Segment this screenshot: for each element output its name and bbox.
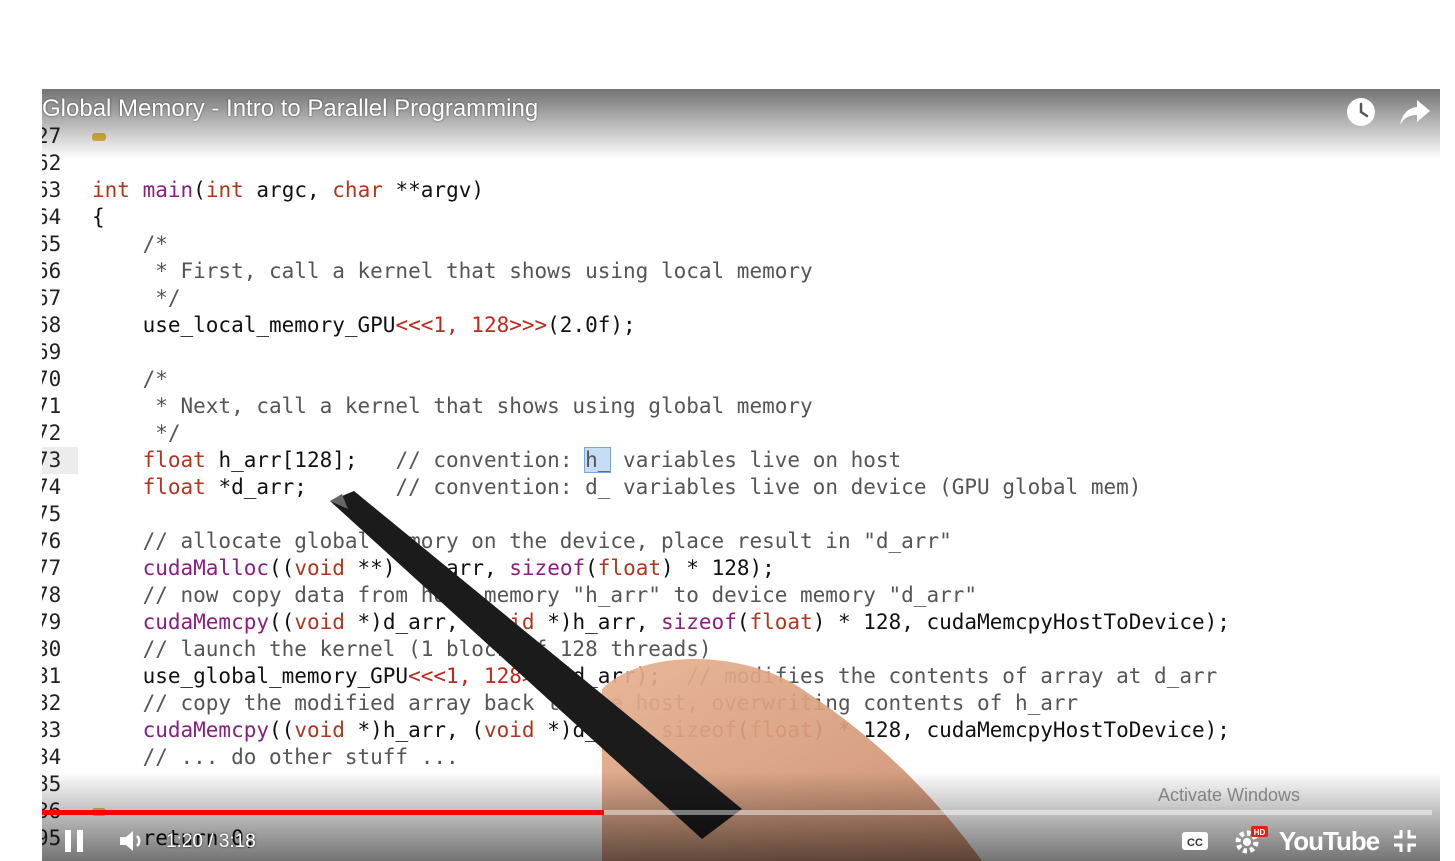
code-line: 62: [42, 150, 1440, 177]
line-number: 66: [42, 259, 62, 283]
hd-badge: HD: [1254, 828, 1266, 837]
line-number: 82: [42, 691, 62, 715]
code-line: 67 */: [42, 285, 1440, 312]
settings-gear-icon[interactable]: HD: [1234, 825, 1268, 857]
line-number: 62: [42, 151, 62, 175]
code-line: 81 use_global_memory_GPU<<<1, 128>>>(d_a…: [42, 663, 1440, 690]
code-line: 78 // now copy data from host memory "h_…: [42, 582, 1440, 609]
code-text: use_global_memory_GPU<<<1, 128>>>(d_arr)…: [92, 664, 1218, 688]
code-line: 79 cudaMemcpy((void *)d_arr, (void *)h_a…: [42, 609, 1440, 636]
code-line: 65 /*: [42, 231, 1440, 258]
line-number: 83: [42, 718, 62, 742]
code-line: 69: [42, 339, 1440, 366]
code-text: cudaMemcpy((void *)h_arr, (void *)d_arr,…: [142, 718, 1230, 742]
line-number: 63: [42, 178, 62, 202]
code-line: 73 float h_arr[128]; // convention: h_ v…: [42, 447, 1440, 474]
code-line: 77 cudaMalloc((void **) &d_arr, sizeof(f…: [42, 555, 1440, 582]
code-line: 63 int main(int argc, char **argv): [42, 177, 1440, 204]
code-line: 75: [42, 501, 1440, 528]
code-text: // ... do other stuff ...: [92, 745, 459, 769]
line-number: 77: [42, 556, 62, 580]
video-player[interactable]: 27 62 63 int main(int argc, char **argv) …: [42, 89, 1440, 861]
line-number: 79: [42, 610, 62, 634]
code-text: {: [92, 205, 105, 229]
progress-bar[interactable]: [42, 810, 1432, 815]
code-line: 64 {: [42, 204, 1440, 231]
code-text: cudaMemcpy((void *)d_arr, (void *)h_arr,…: [142, 610, 1230, 634]
code-line: 27: [42, 123, 1440, 150]
code-text: */: [92, 286, 181, 310]
line-number: 74: [42, 475, 62, 499]
code-text: // launch the kernel (1 block of 128 thr…: [92, 637, 712, 661]
code-text: /*: [92, 232, 168, 256]
captions-icon[interactable]: CC: [1180, 825, 1210, 857]
code-line: 84 // ... do other stuff ...: [42, 744, 1440, 771]
progress-played: [42, 810, 604, 815]
code-line: 68 use_local_memory_GPU<<<1, 128>>>(2.0f…: [42, 312, 1440, 339]
line-number: 76: [42, 529, 62, 553]
code-line: 82 // copy the modified array back to th…: [42, 690, 1440, 717]
exit-fullscreen-icon[interactable]: [1390, 825, 1420, 857]
code-line: 71 * Next, call a kernel that shows usin…: [42, 393, 1440, 420]
code-text: cudaMalloc((void **) &d_arr, sizeof(floa…: [142, 556, 775, 580]
code-text: // copy the modified array back to the h…: [92, 691, 1079, 715]
line-number: 81: [42, 664, 62, 688]
line-number: 84: [42, 745, 62, 769]
code-text: float *d_arr; // convention: d_ variable…: [142, 475, 1142, 499]
video-title[interactable]: Global Memory - Intro to Parallel Progra…: [42, 95, 538, 123]
fold-marker: [92, 123, 106, 150]
line-number: 68: [42, 313, 62, 337]
activate-windows-watermark: Activate Windows: [1158, 785, 1301, 805]
line-number: 65: [42, 232, 62, 256]
svg-text:CC: CC: [1187, 837, 1203, 849]
player-controls: 1:20 / 3:18 CC HD YouTube: [42, 821, 1440, 861]
code-text: * First, call a kernel that shows using …: [92, 259, 813, 283]
code-editor-frame: 27 62 63 int main(int argc, char **argv) …: [42, 123, 1440, 852]
code-line: 74 float *d_arr; // convention: d_ varia…: [42, 474, 1440, 501]
youtube-logo[interactable]: YouTube: [1279, 825, 1380, 857]
line-number: 75: [42, 502, 62, 526]
volume-icon[interactable]: [116, 825, 150, 857]
line-number: 73: [42, 447, 78, 474]
code-line: 76 // allocate global memory on the devi…: [42, 528, 1440, 555]
time-display: 1:20 / 3:18: [166, 831, 256, 852]
code-text: * Next, call a kernel that shows using g…: [92, 394, 813, 418]
code-line: 72 */: [42, 420, 1440, 447]
line-number: 70: [42, 367, 62, 391]
code-line: 83 cudaMemcpy((void *)h_arr, (void *)d_a…: [42, 717, 1440, 744]
clock-icon[interactable]: [1344, 95, 1378, 129]
line-number: 27: [42, 124, 62, 148]
line-number: 67: [42, 286, 62, 310]
code-text: float h_arr[128]; // convention: h_ vari…: [142, 447, 902, 473]
line-number: 69: [42, 340, 62, 364]
line-number: 85: [42, 772, 62, 796]
pause-icon[interactable]: [60, 825, 88, 857]
code-line: 70 /*: [42, 366, 1440, 393]
code-text: // now copy data from host memory "h_arr…: [92, 583, 978, 607]
code-line: 66 * First, call a kernel that shows usi…: [42, 258, 1440, 285]
line-number: 80: [42, 637, 62, 661]
code-text: int main(int argc, char **argv): [92, 178, 485, 202]
code-line: 80 // launch the kernel (1 block of 128 …: [42, 636, 1440, 663]
share-arrow-icon[interactable]: [1398, 95, 1432, 129]
line-number: 71: [42, 394, 62, 418]
code-text: use_local_memory_GPU<<<1, 128>>>(2.0f);: [92, 313, 636, 337]
line-number: 64: [42, 205, 62, 229]
line-number: 78: [42, 583, 62, 607]
line-number: 72: [42, 421, 62, 445]
code-text: */: [92, 421, 181, 445]
code-text: /*: [92, 367, 168, 391]
code-text: // allocate global memory on the device,…: [92, 529, 952, 553]
